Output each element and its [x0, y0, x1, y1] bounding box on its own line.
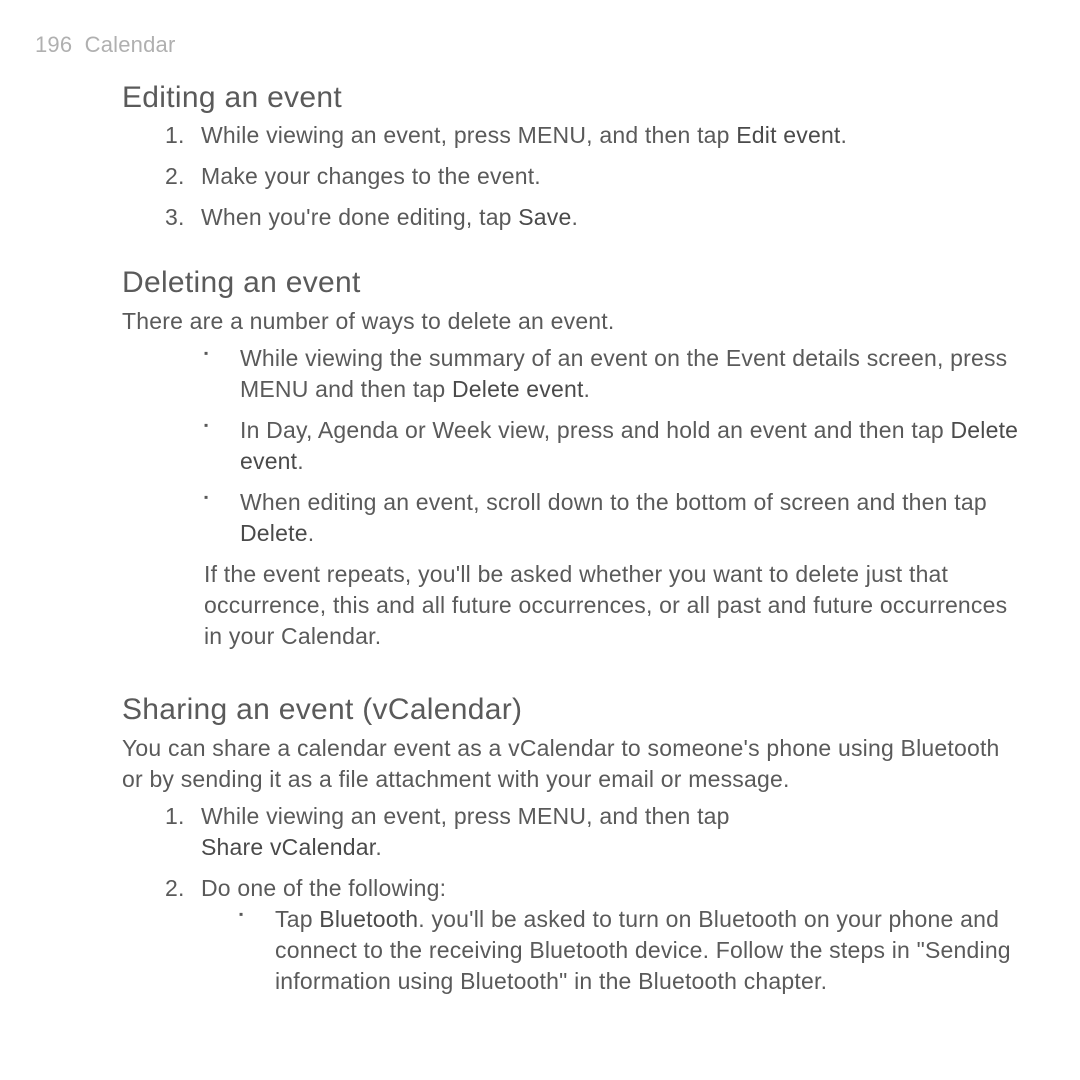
page-header: 196 Calendar [35, 30, 1025, 60]
delete-bullets: While viewing the summary of an event on… [204, 343, 1025, 549]
share-steps: While viewing an event, press MENU, and … [165, 801, 1025, 997]
share-sub-bullets: Tap Bluetooth. you'll be asked to turn o… [239, 904, 1025, 997]
step-text-post: . [572, 204, 579, 230]
bold-term: Delete [240, 520, 308, 546]
step-text: Do one of the following: [201, 875, 446, 901]
editing-steps: While viewing an event, press MENU, and … [165, 120, 1025, 233]
bullet-text: Tap [275, 906, 319, 932]
step-text: While viewing an event, press MENU, and … [201, 803, 730, 829]
bullet-text: When editing an event, scroll down to th… [240, 489, 987, 515]
chapter-name: Calendar [85, 32, 176, 57]
bullet-text: In Day, Agenda or Week view, press and h… [240, 417, 950, 443]
heading-sharing: Sharing an event (vCalendar) [122, 690, 1025, 731]
bold-term: Edit event [736, 122, 840, 148]
delete-follow: If the event repeats, you'll be asked wh… [204, 559, 1025, 652]
heading-editing: Editing an event [122, 78, 1025, 119]
list-item: While viewing the summary of an event on… [204, 343, 1025, 405]
step-text-post: . [841, 122, 848, 148]
step-text: While viewing an event, press MENU, and … [201, 122, 736, 148]
list-item: Do one of the following: Tap Bluetooth. … [165, 873, 1025, 997]
bold-term: Delete event [452, 376, 584, 402]
bullet-text: While viewing the summary of an event on… [240, 345, 1007, 402]
list-item: Tap Bluetooth. you'll be asked to turn o… [239, 904, 1025, 997]
share-intro: You can share a calendar event as a vCal… [122, 733, 1025, 795]
list-item: When editing an event, scroll down to th… [204, 487, 1025, 549]
bullet-text-post: . [584, 376, 591, 402]
list-item: While viewing an event, press MENU, and … [165, 801, 1025, 863]
bullet-text-post: . [297, 448, 304, 474]
bullet-text-post: . [308, 520, 315, 546]
step-text: When you're done editing, tap [201, 204, 518, 230]
list-item: Make your changes to the event. [165, 161, 1025, 192]
page-content: Editing an event While viewing an event,… [122, 78, 1025, 997]
step-text: Make your changes to the event. [201, 163, 541, 189]
step-text-post: . [375, 834, 382, 860]
list-item: In Day, Agenda or Week view, press and h… [204, 415, 1025, 477]
page-number: 196 [35, 32, 72, 57]
bold-term: Save [518, 204, 571, 230]
delete-intro: There are a number of ways to delete an … [122, 306, 1025, 337]
list-item: While viewing an event, press MENU, and … [165, 120, 1025, 151]
heading-deleting: Deleting an event [122, 263, 1025, 304]
bold-term: Share vCalendar [201, 834, 375, 860]
list-item: When you're done editing, tap Save. [165, 202, 1025, 233]
bold-term: Bluetooth [319, 906, 418, 932]
